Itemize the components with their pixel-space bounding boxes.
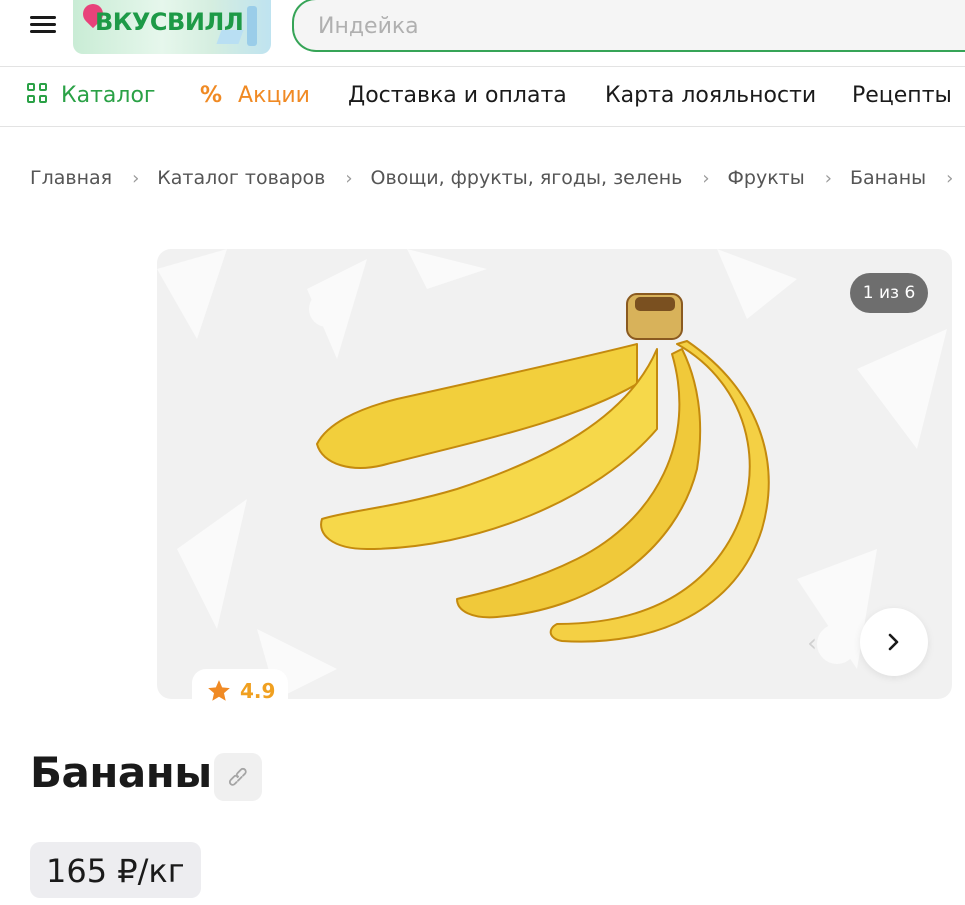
- logo[interactable]: ВКУСВИЛЛ: [73, 0, 271, 54]
- logo-text: ВКУСВИЛЛ: [95, 8, 244, 36]
- nav-item-loyalty[interactable]: Карта лояльности: [605, 83, 816, 108]
- search-box[interactable]: [292, 0, 965, 52]
- nav-item-recipes[interactable]: Рецепты: [852, 83, 952, 108]
- main-nav: Каталог % Акции Доставка и оплата Карта л…: [0, 67, 965, 126]
- product-gallery[interactable]: [157, 249, 952, 699]
- nav-item-delivery[interactable]: Доставка и оплата: [348, 83, 567, 108]
- nav-item-catalog[interactable]: Каталог: [27, 83, 155, 108]
- rating-badge: 4.9: [192, 669, 288, 713]
- star-icon: [208, 680, 230, 701]
- menu-icon[interactable]: [28, 13, 58, 37]
- chevron-right-icon: ›: [824, 168, 832, 189]
- nav-item-promo[interactable]: % Акции: [200, 83, 310, 108]
- breadcrumb: Главная › Каталог товаров › Овощи, фрукты, я…: [30, 167, 965, 189]
- gallery-next-button[interactable]: [860, 608, 928, 676]
- link-icon: [228, 767, 247, 786]
- image-counter: 1 из 6: [850, 273, 928, 313]
- chevron-right-icon: ›: [345, 168, 353, 189]
- nav-item-label: Акции: [238, 83, 310, 108]
- breadcrumb-current[interactable]: Бананы: [850, 167, 926, 189]
- breadcrumb-subcategory[interactable]: Фрукты: [728, 167, 805, 189]
- chevron-right-icon: ›: [132, 168, 140, 189]
- breadcrumb-home[interactable]: Главная: [30, 167, 112, 189]
- chevron-right-icon: ›: [946, 168, 954, 189]
- gallery-prev-button[interactable]: ‹: [790, 621, 834, 665]
- chevron-right-icon: [888, 633, 899, 651]
- nav-divider: [0, 126, 965, 127]
- chevron-right-icon: ›: [702, 168, 710, 189]
- rating-value: 4.9: [240, 679, 276, 703]
- grid-icon: [27, 83, 49, 105]
- header: ВКУСВИЛЛ: [0, 0, 965, 66]
- product-image: [157, 249, 947, 699]
- copy-link-button[interactable]: [214, 753, 262, 801]
- nav-item-label: Каталог: [61, 83, 156, 108]
- breadcrumb-category[interactable]: Овощи, фрукты, ягоды, зелень: [371, 167, 683, 189]
- product-title: Бананы: [30, 748, 212, 797]
- search-input[interactable]: [316, 10, 920, 42]
- breadcrumb-catalog[interactable]: Каталог товаров: [157, 167, 325, 189]
- chevron-left-icon: ‹: [807, 629, 817, 657]
- product-price: 165 ₽/кг: [30, 842, 201, 898]
- percent-icon: %: [200, 83, 223, 108]
